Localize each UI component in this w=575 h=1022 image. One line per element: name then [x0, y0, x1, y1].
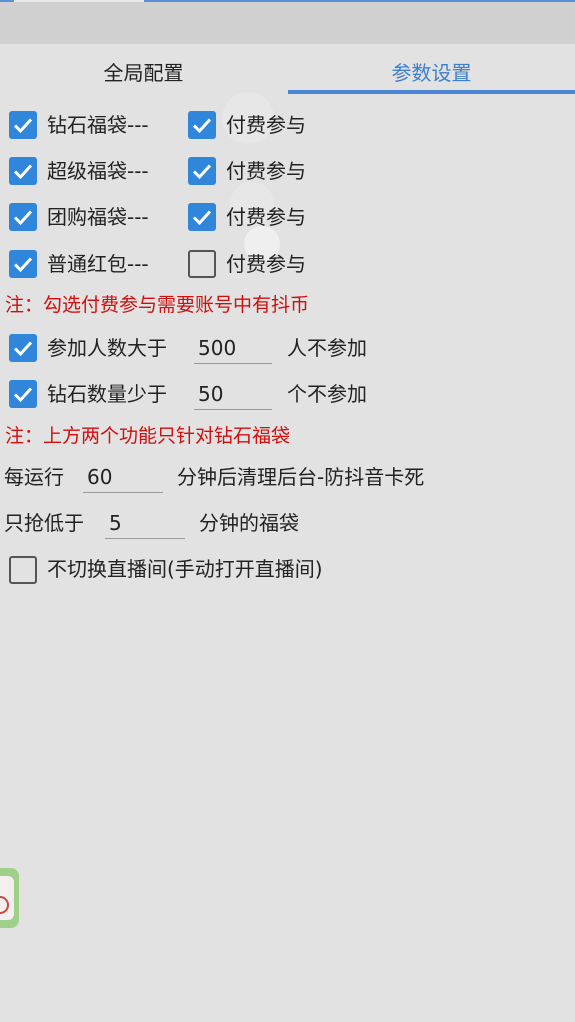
cleanup-interval-input[interactable]: 60	[83, 459, 163, 493]
group-buy-bag-paid-checkbox[interactable]	[188, 203, 216, 231]
diamond-count-suffix: 个不参加	[287, 382, 367, 406]
diamond-bag-paid-label: 付费参与	[226, 113, 306, 137]
red-packet-label: 普通红包---	[47, 252, 149, 276]
red-packet-checkbox[interactable]	[9, 250, 37, 278]
red-packet-paid-label: 付费参与	[226, 252, 306, 276]
check-icon	[13, 210, 33, 226]
check-icon	[13, 164, 33, 180]
grab-suffix: 分钟的福袋	[199, 511, 299, 535]
diamond-count-checkbox[interactable]	[9, 380, 37, 408]
tab-parameter-settings[interactable]: 参数设置	[288, 46, 575, 96]
action-bar	[0, 2, 575, 44]
super-bag-paid-checkbox[interactable]	[188, 157, 216, 185]
group-buy-bag-checkbox[interactable]	[9, 203, 37, 231]
tab-bar: 全局配置 参数设置	[0, 46, 575, 96]
check-icon	[13, 387, 33, 403]
participants-limit-checkbox[interactable]	[9, 334, 37, 362]
diamond-bag-note: 注：上方两个功能只针对钻石福袋	[5, 425, 291, 447]
cleanup-suffix: 分钟后清理后台-防抖音卡死	[177, 465, 425, 489]
check-icon	[192, 164, 212, 180]
diamond-count-input[interactable]: 50	[194, 376, 272, 410]
tab-indicator	[288, 90, 575, 94]
tab-global-config[interactable]: 全局配置	[0, 46, 287, 96]
check-icon	[13, 118, 33, 134]
participants-prefix: 参加人数大于	[47, 336, 167, 360]
check-icon	[192, 118, 212, 134]
group-buy-bag-paid-label: 付费参与	[226, 205, 306, 229]
red-packet-paid-checkbox[interactable]	[188, 250, 216, 278]
check-icon	[192, 210, 212, 226]
no-switch-room-label: 不切换直播间(手动打开直播间)	[47, 557, 323, 581]
diamond-bag-label: 钻石福袋---	[47, 113, 149, 137]
participants-input[interactable]: 500	[194, 330, 272, 364]
participants-suffix: 人不参加	[287, 336, 367, 360]
floating-widget-icon	[0, 896, 9, 914]
grab-prefix: 只抢低于	[4, 511, 84, 535]
super-bag-checkbox[interactable]	[9, 157, 37, 185]
grab-minutes-input[interactable]: 5	[105, 505, 185, 539]
group-buy-bag-label: 团购福袋---	[47, 205, 149, 229]
super-bag-paid-label: 付费参与	[226, 159, 306, 183]
diamond-bag-paid-checkbox[interactable]	[188, 111, 216, 139]
cleanup-prefix: 每运行	[4, 465, 64, 489]
no-switch-room-checkbox[interactable]	[9, 556, 37, 584]
floating-widget-panel	[0, 876, 14, 920]
floating-widget[interactable]	[0, 868, 19, 928]
diamond-count-prefix: 钻石数量少于	[47, 382, 167, 406]
check-icon	[13, 341, 33, 357]
diamond-bag-checkbox[interactable]	[9, 111, 37, 139]
super-bag-label: 超级福袋---	[47, 159, 149, 183]
paid-note: 注：勾选付费参与需要账号中有抖币	[5, 294, 310, 316]
check-icon	[13, 257, 33, 273]
